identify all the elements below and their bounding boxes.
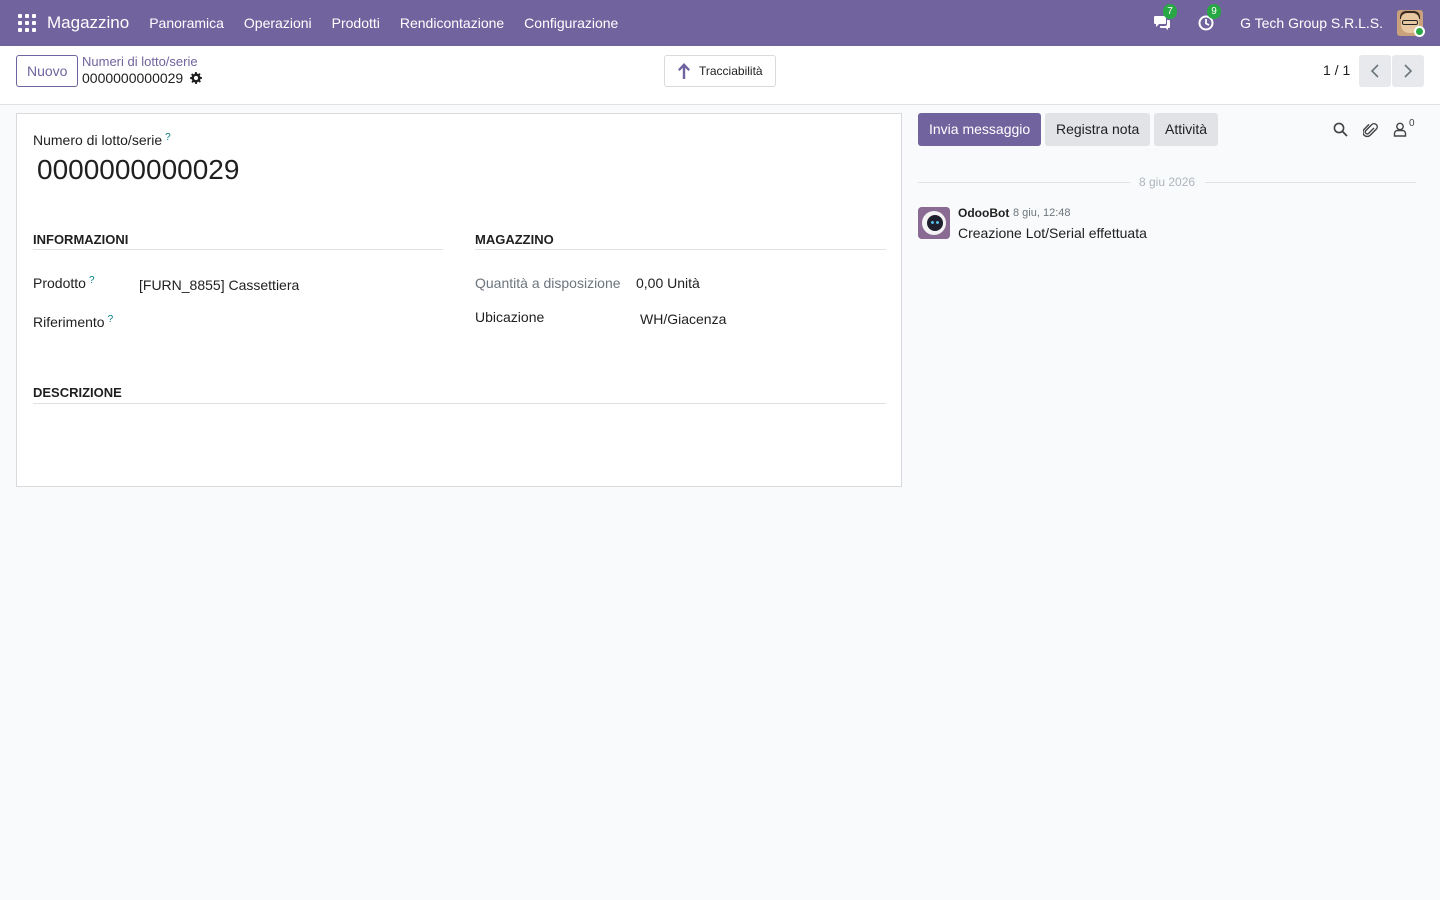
lot-name-input[interactable]: 0000000000029 [37,154,239,186]
product-help-icon[interactable]: ? [89,275,95,286]
lot-name-label-text: Numero di lotto/serie [33,132,163,148]
date-separator-label: 8 giu 2026 [1139,175,1196,189]
odoobot-icon [918,207,950,239]
arrow-up-icon [678,63,690,79]
traceability-button[interactable]: Tracciabilità [664,55,776,87]
available-qty-label: Quantità a disposizione [475,275,621,291]
activity-button[interactable]: Attività [1154,113,1219,146]
available-qty-value: 0,00 Unità [636,275,700,291]
product-label-text: Prodotto [33,275,86,291]
section-divider [475,249,886,250]
breadcrumb-current: 0000000000029 [82,70,203,86]
section-divider [33,403,886,404]
top-navbar: Magazzino Panoramica Operazioni Prodotti… [0,0,1440,46]
location-label: Ubicazione [475,309,545,325]
menu-prodotti[interactable]: Prodotti [322,15,390,31]
message-date: 8 giu, 12:48 [1013,207,1071,219]
breadcrumb-current-label: 0000000000029 [82,70,184,86]
messages-badge: 7 [1163,4,1178,19]
section-divider [33,249,443,250]
log-note-button[interactable]: Registra nota [1045,113,1151,146]
gear-icon[interactable] [190,72,203,84]
section-magazzino: MAGAZZINO [475,232,554,247]
form-sheet: Numero di lotto/serie? 0000000000029 INF… [16,113,902,487]
company-switcher[interactable]: G Tech Group S.R.L.S. [1240,15,1383,31]
description-editor[interactable] [33,414,886,474]
message-author[interactable]: OdooBot [958,206,1009,220]
followers-count: 0 [1409,118,1415,129]
followers-button[interactable] [1391,120,1409,138]
send-message-button[interactable]: Invia messaggio [918,113,1042,146]
pager-value[interactable]: 1 / 1 [1323,62,1350,78]
breadcrumb-parent[interactable]: Numeri di lotto/serie [82,54,198,69]
new-button[interactable]: Nuovo [16,55,79,87]
messaging-menu[interactable]: 7 [1152,4,1178,33]
reference-help-icon[interactable]: ? [108,314,114,325]
reference-label: Riferimento? [33,314,113,330]
pager-next-button[interactable] [1392,55,1424,87]
section-descrizione: DESCRIZIONE [33,385,122,400]
menu-panoramica[interactable]: Panoramica [139,15,234,31]
user-icon [1393,122,1407,137]
menu-configurazione[interactable]: Configurazione [514,15,628,31]
control-panel: Nuovo Numeri di lotto/serie 000000000002… [0,46,1440,105]
date-separator: 8 giu 2026 [918,175,1416,189]
message-body: Creazione Lot/Serial effettuata [958,225,1147,241]
chevron-right-icon [1404,64,1413,78]
odoobot-avatar [918,207,950,239]
menu-rendicontazione[interactable]: Rendicontazione [390,15,514,31]
reference-label-text: Riferimento [33,314,105,330]
search-icon [1333,122,1348,137]
app-menu-icon[interactable] [18,14,36,32]
lot-name-label: Numero di lotto/serie? [33,132,171,148]
activities-badge: 9 [1207,4,1222,19]
chatter-search-button[interactable] [1331,120,1349,138]
lot-name-help-icon[interactable]: ? [165,132,171,143]
section-informazioni: INFORMAZIONI [33,232,129,247]
product-label: Prodotto? [33,275,95,291]
presence-indicator [1414,26,1425,37]
attachments-button[interactable] [1361,120,1379,138]
traceability-label: Tracciabilità [699,64,763,78]
chevron-left-icon [1370,64,1379,78]
pager-previous-button[interactable] [1359,55,1391,87]
reference-field[interactable] [139,314,439,334]
location-value[interactable]: WH/Giacenza [640,311,726,327]
menu-operazioni[interactable]: Operazioni [234,15,322,31]
paperclip-icon [1362,122,1378,137]
product-field[interactable]: [FURN_8855] Cassettiera [139,277,299,293]
app-name[interactable]: Magazzino [47,13,129,33]
activity-menu[interactable]: 9 [1196,4,1222,33]
